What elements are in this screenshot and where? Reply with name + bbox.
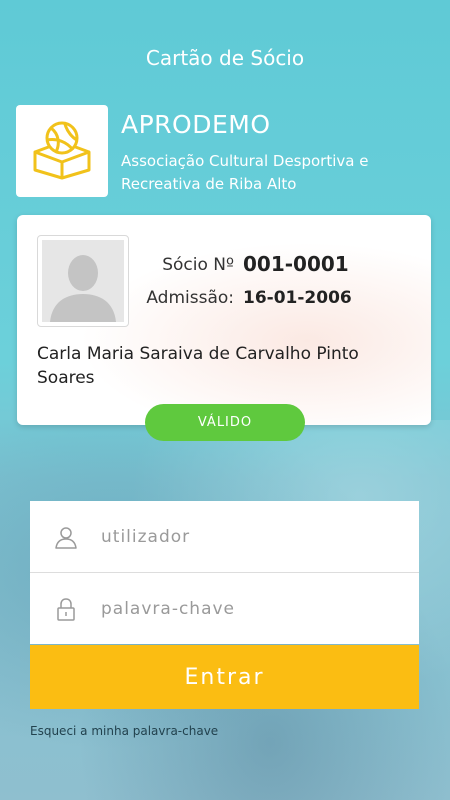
admission-date-value: 16-01-2006 — [243, 288, 352, 308]
org-description: Associação Cultural Desportiva e Recreat… — [121, 152, 369, 193]
username-input[interactable] — [99, 525, 393, 548]
member-name: Carla Maria Saraiva de Carvalho Pinto So… — [37, 344, 359, 388]
org-logo — [16, 105, 108, 197]
volleyball-logo-icon — [33, 121, 91, 180]
member-number-label: Sócio Nº — [162, 255, 234, 275]
member-card: Sócio Nº 001-0001 Admissão: 16-01-2006 C… — [17, 215, 431, 425]
member-number-value: 001-0001 — [243, 252, 349, 276]
org-name: APRODEMO — [121, 110, 271, 139]
lock-icon — [54, 597, 78, 621]
user-icon — [54, 525, 78, 549]
password-field[interactable] — [30, 573, 419, 644]
admission-label: Admissão: — [146, 288, 234, 308]
page-title: Cartão de Sócio — [145, 46, 305, 70]
password-input[interactable] — [99, 597, 393, 620]
forgot-password-link[interactable]: Esqueci a minha palavra-chave — [30, 724, 218, 738]
login-button[interactable]: Entrar — [30, 645, 419, 709]
username-field[interactable] — [30, 501, 419, 572]
person-silhouette-icon — [50, 255, 116, 322]
status-badge: VÁLIDO — [145, 404, 305, 441]
member-photo — [37, 235, 129, 327]
